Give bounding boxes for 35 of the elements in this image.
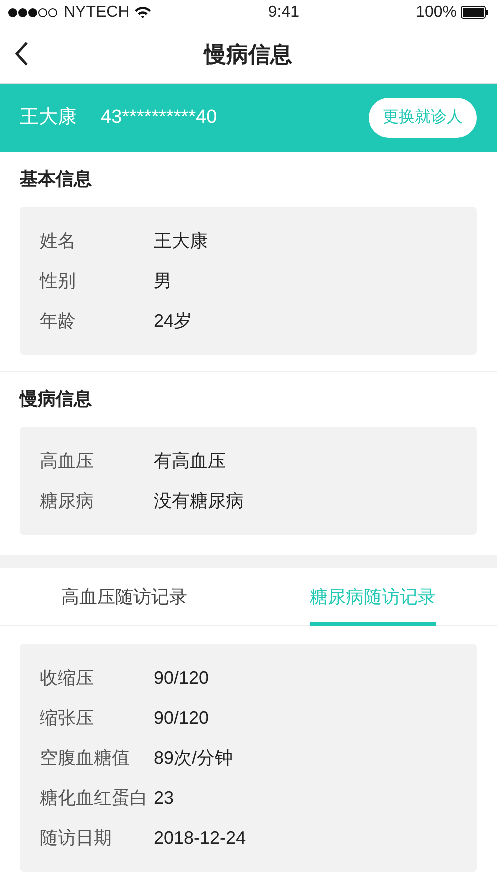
tab[interactable]: 高血压随访记录 — [61, 568, 188, 626]
field-value: 23 — [154, 786, 174, 810]
field-value: 2018-12-24 — [154, 826, 246, 850]
field-value: 90/120 — [154, 706, 210, 730]
section-title: 慢病信息 — [20, 388, 93, 411]
field-value: 90/120 — [154, 666, 210, 690]
page-title: 慢病信息 — [204, 40, 292, 68]
field-value: 89次/分钟 — [154, 746, 234, 770]
wifi-icon — [134, 6, 152, 19]
field-value: 没有糖尿病 — [154, 490, 244, 512]
field-label: 糖尿病 — [40, 490, 95, 512]
battery-percent: 100% — [416, 2, 457, 22]
field-label: 空腹血糖值 — [40, 746, 131, 770]
status-time: 9:41 — [268, 2, 300, 22]
field-label: 随访日期 — [40, 826, 113, 850]
switch-patient-button[interactable]: 更换就诊人 — [369, 98, 477, 138]
field-label: 姓名 — [40, 230, 77, 252]
signal-icon — [8, 8, 60, 18]
field-label: 年龄 — [40, 310, 77, 332]
patient-id-number: 43**********40 — [101, 106, 218, 130]
field-value: 有高血压 — [154, 450, 226, 472]
back-button[interactable] — [14, 41, 30, 67]
tab[interactable]: 糖尿病随访记录 — [310, 568, 436, 626]
field-label: 缩张压 — [40, 706, 95, 730]
field-value: 男 — [154, 270, 172, 292]
field-label: 性别 — [40, 270, 77, 292]
patient-name: 王大康 — [20, 106, 77, 130]
battery-icon — [461, 6, 489, 19]
carrier-name: NYTECH — [64, 2, 130, 22]
field-label: 糖化血红蛋白 — [40, 786, 149, 810]
field-value: 王大康 — [154, 230, 208, 252]
field-value: 24岁 — [154, 310, 192, 332]
field-label: 高血压 — [40, 450, 95, 472]
field-label: 收缩压 — [40, 666, 95, 690]
section-title: 基本信息 — [20, 168, 93, 191]
